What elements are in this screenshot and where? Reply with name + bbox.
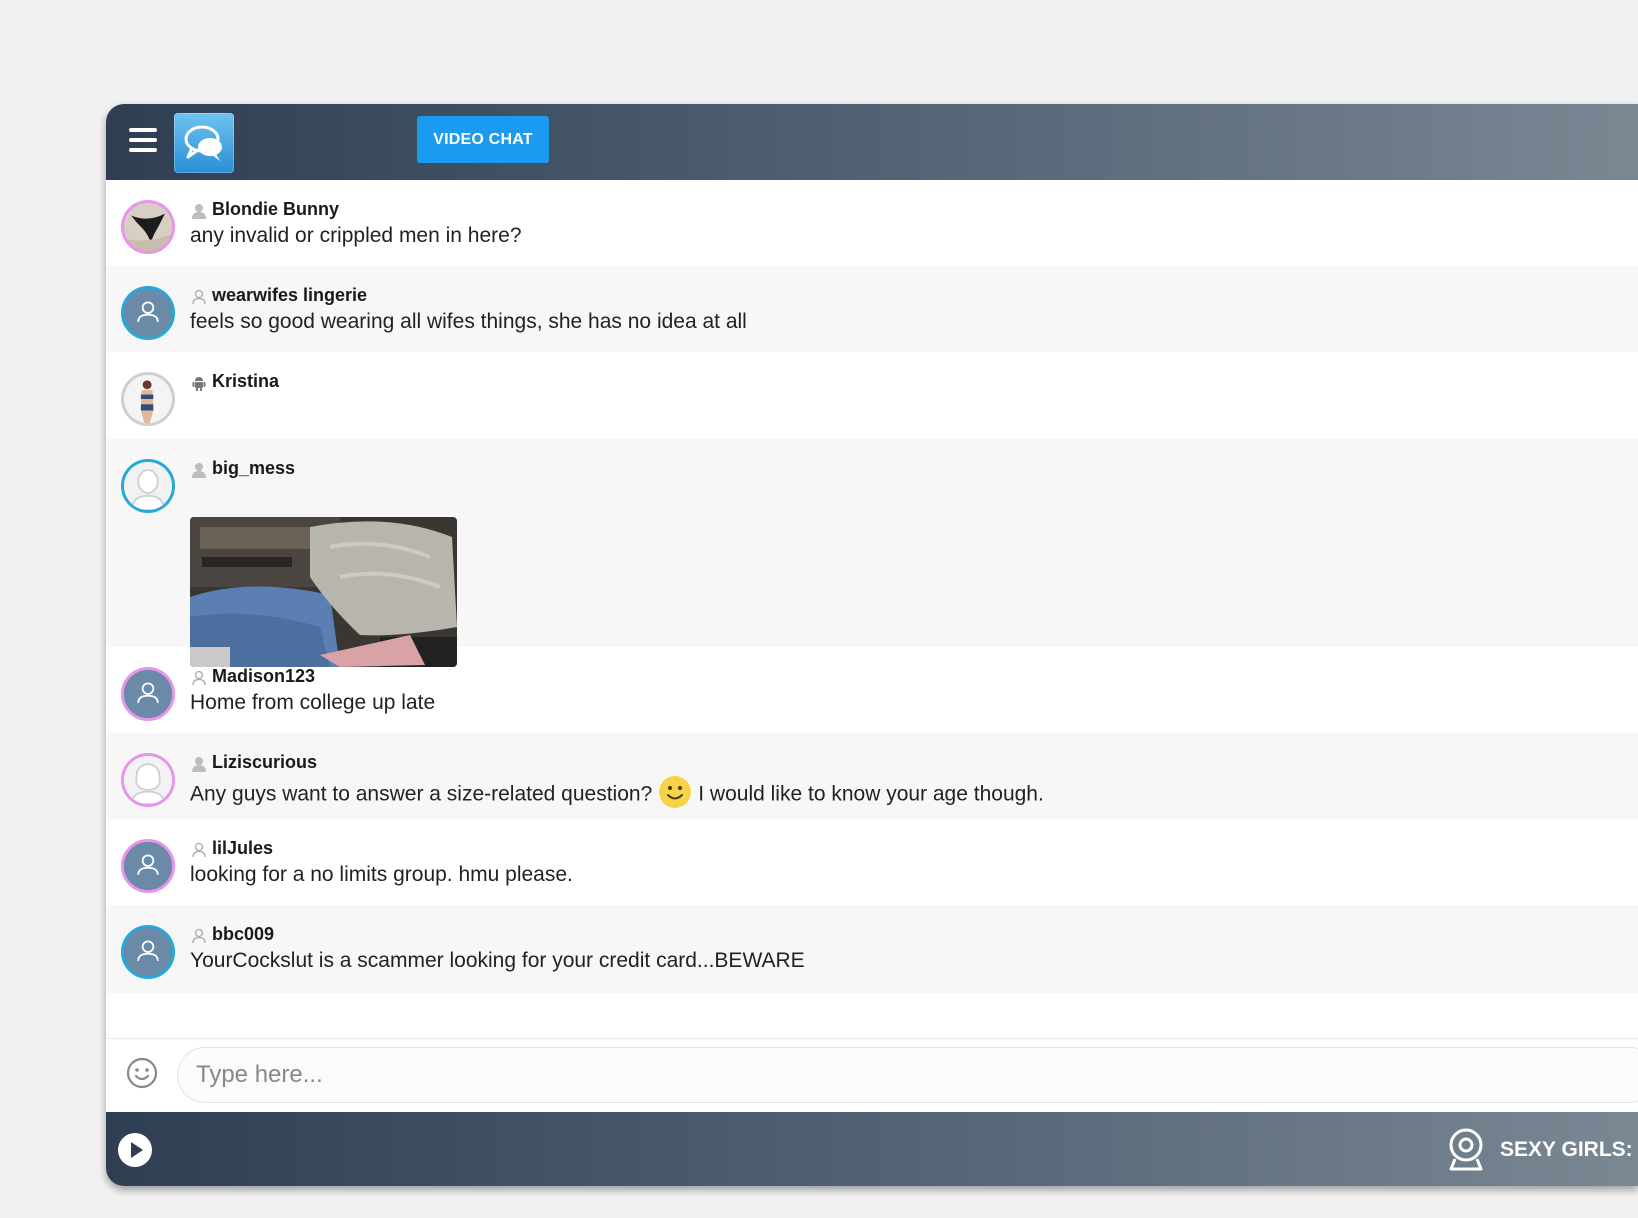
username[interactable]: Kristina bbox=[212, 371, 279, 392]
message-row: wearwifes lingerie feels so good wearing… bbox=[106, 266, 1638, 352]
car-interior-photo bbox=[190, 517, 457, 667]
username[interactable]: lilJules bbox=[212, 838, 273, 859]
message-row: Kristina bbox=[106, 352, 1638, 439]
top-bar: VIDEO CHAT bbox=[106, 104, 1638, 180]
username[interactable]: bbc009 bbox=[212, 924, 274, 945]
message-text: YourCockslut is a scammer looking for yo… bbox=[190, 949, 805, 972]
message-list: Blondie Bunny any invalid or crippled me… bbox=[106, 180, 1638, 993]
emoji-picker-icon[interactable] bbox=[125, 1056, 159, 1090]
message-row: big_mess bbox=[106, 439, 1638, 667]
android-icon bbox=[192, 377, 206, 391]
hamburger-menu-icon[interactable] bbox=[129, 128, 157, 154]
avatar[interactable] bbox=[121, 839, 175, 893]
chat-bubbles-icon bbox=[184, 125, 222, 161]
user-outline-icon bbox=[192, 670, 206, 686]
avatar-photo bbox=[124, 375, 172, 423]
message-text-part: Any guys want to answer a size-related q… bbox=[190, 782, 653, 806]
user-outline-icon bbox=[192, 289, 206, 305]
message-text: Any guys want to answer a size-related q… bbox=[190, 776, 1044, 809]
webcam-icon bbox=[1449, 1128, 1483, 1171]
message-row: Madison123 Home from college up late bbox=[106, 647, 1638, 733]
bottom-bar: SEXY GIRLS: bbox=[106, 1112, 1638, 1186]
message-text: feels so good wearing all wifes things, … bbox=[190, 310, 747, 333]
default-user-icon bbox=[124, 928, 172, 976]
message-text: looking for a no limits group. hmu pleas… bbox=[190, 863, 573, 886]
message-text: Home from college up late bbox=[190, 691, 436, 714]
user-filled-icon bbox=[192, 757, 206, 772]
user-filled-icon bbox=[192, 463, 206, 478]
username[interactable]: big_mess bbox=[212, 458, 295, 479]
avatar[interactable] bbox=[121, 753, 175, 807]
message-row: Liziscurious Any guys want to answer a s… bbox=[106, 733, 1638, 819]
username[interactable]: wearwifes lingerie bbox=[212, 285, 367, 306]
message-photo[interactable] bbox=[190, 517, 457, 667]
default-user-icon bbox=[124, 289, 172, 337]
default-avatar-icon bbox=[124, 756, 172, 804]
sexy-girls-link[interactable]: SEXY GIRLS: bbox=[1500, 1138, 1633, 1162]
message-composer bbox=[106, 1038, 1638, 1113]
message-text-part: I would like to know your age though. bbox=[698, 782, 1044, 806]
default-user-icon bbox=[124, 670, 172, 718]
user-filled-icon bbox=[192, 204, 206, 219]
username[interactable]: Madison123 bbox=[212, 666, 315, 687]
message-input[interactable] bbox=[177, 1047, 1638, 1103]
message-row: bbc009 YourCockslut is a scammer looking… bbox=[106, 905, 1638, 993]
avatar-photo bbox=[124, 203, 172, 251]
video-chat-button[interactable]: VIDEO CHAT bbox=[417, 116, 549, 163]
avatar[interactable] bbox=[121, 667, 175, 721]
avatar[interactable] bbox=[121, 372, 175, 426]
username[interactable]: Blondie Bunny bbox=[212, 199, 339, 220]
avatar[interactable] bbox=[121, 925, 175, 979]
message-text: any invalid or crippled men in here? bbox=[190, 224, 522, 247]
user-outline-icon bbox=[192, 928, 206, 944]
avatar[interactable] bbox=[121, 459, 175, 513]
user-outline-icon bbox=[192, 842, 206, 858]
message-row: Blondie Bunny any invalid or crippled me… bbox=[106, 180, 1638, 266]
play-icon[interactable] bbox=[117, 1132, 153, 1168]
avatar[interactable] bbox=[121, 286, 175, 340]
chat-logo[interactable] bbox=[174, 113, 234, 173]
smiley-emoji-icon bbox=[659, 776, 692, 808]
username[interactable]: Liziscurious bbox=[212, 752, 317, 773]
default-avatar-icon bbox=[124, 462, 172, 510]
avatar[interactable] bbox=[121, 200, 175, 254]
default-user-icon bbox=[124, 842, 172, 890]
message-row: lilJules looking for a no limits group. … bbox=[106, 819, 1638, 905]
chat-window: VIDEO CHAT Blondie Bunny any invalid or … bbox=[106, 104, 1638, 1186]
